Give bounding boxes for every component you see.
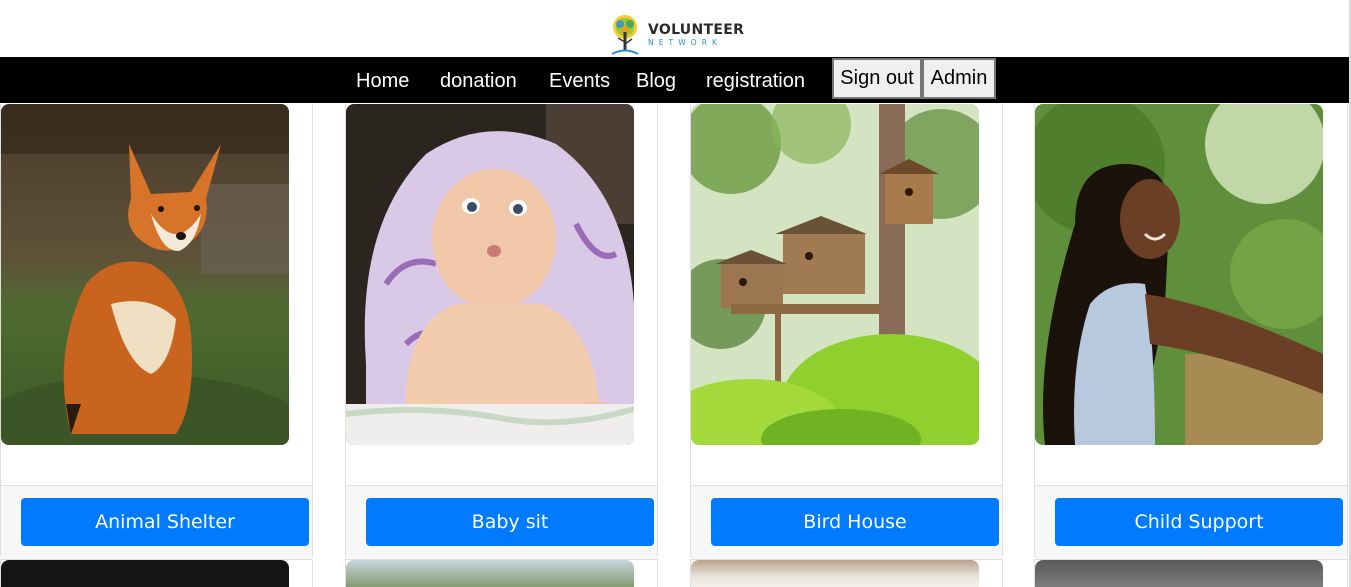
event-card-baby-sit: Baby sit: [345, 104, 658, 559]
event-card-child-support: Child Support: [1034, 104, 1348, 559]
nav-home-link[interactable]: Home: [356, 69, 409, 93]
card-footer: Baby sit: [346, 485, 657, 559]
nav-blog-link[interactable]: Blog: [636, 69, 676, 93]
event-photo[interactable]: [346, 560, 634, 587]
fox-photo[interactable]: [1, 104, 289, 445]
event-card-row2-2: [345, 559, 658, 587]
nav-events-link[interactable]: Events: [549, 69, 610, 93]
child-support-button[interactable]: Child Support: [1055, 498, 1343, 546]
bird-house-button[interactable]: Bird House: [711, 498, 999, 546]
admin-button[interactable]: Admin: [922, 58, 996, 99]
card-footer: Child Support: [1035, 485, 1347, 559]
nav-registration-link[interactable]: registration: [706, 69, 805, 93]
page: VOLUNTEER NETWORK Home donation Events B…: [0, 0, 1351, 587]
event-photo[interactable]: [1035, 560, 1323, 587]
event-card-bird-house: Bird House: [690, 104, 1003, 559]
event-photo[interactable]: [691, 560, 979, 587]
animal-shelter-button[interactable]: Animal Shelter: [21, 498, 309, 546]
event-card-animal-shelter: Animal Shelter: [0, 104, 313, 559]
event-card-row2-1: [0, 559, 313, 587]
baby-sit-button[interactable]: Baby sit: [366, 498, 654, 546]
tree-icon: [611, 15, 639, 55]
event-card-row2-3: [690, 559, 1003, 587]
brand-logo[interactable]: VOLUNTEER NETWORK: [609, 14, 749, 58]
card-footer: Bird House: [691, 485, 1002, 559]
girl-photo[interactable]: [1035, 104, 1323, 445]
card-footer: Animal Shelter: [1, 485, 312, 559]
birdhouse-photo[interactable]: [691, 104, 979, 445]
nav-donation-link[interactable]: donation: [440, 69, 517, 93]
baby-photo[interactable]: [346, 104, 634, 445]
brand-subtitle: NETWORK: [648, 38, 723, 47]
event-photo[interactable]: [1, 560, 289, 587]
event-card-row2-4: [1034, 559, 1348, 587]
sign-out-button[interactable]: Sign out: [832, 58, 922, 99]
brand-title: VOLUNTEER: [648, 22, 745, 38]
main-navbar: Home donation Events Blog registration S…: [0, 57, 1349, 103]
